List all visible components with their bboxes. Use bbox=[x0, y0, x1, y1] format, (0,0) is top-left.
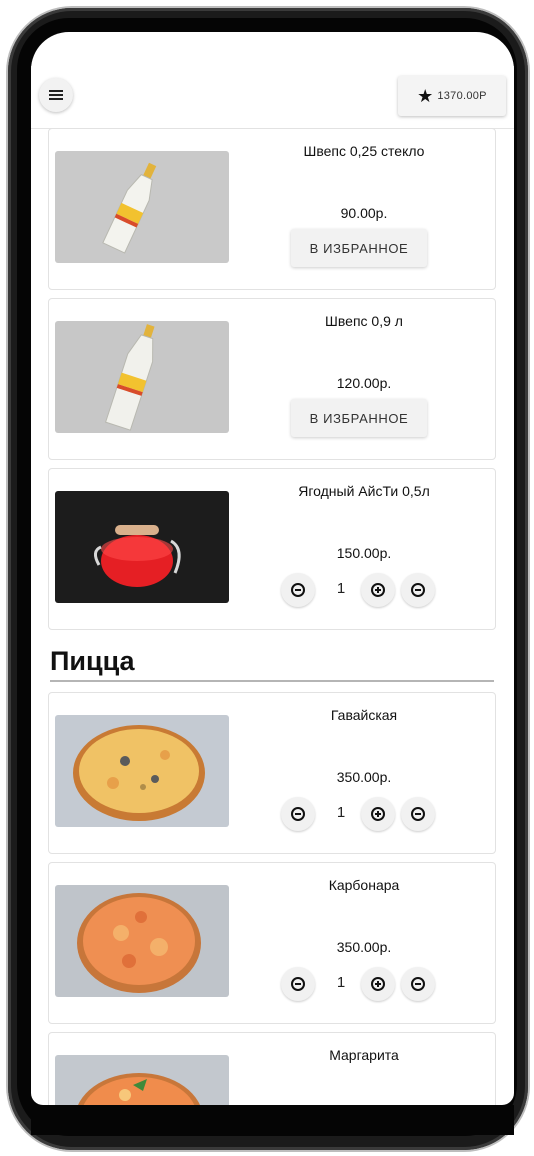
star-icon: ★ bbox=[417, 86, 434, 106]
product-price: 90.00р. bbox=[340, 205, 388, 221]
remove-circle-icon bbox=[411, 807, 425, 821]
product-name: Гавайская bbox=[330, 707, 398, 723]
product-image bbox=[55, 321, 229, 433]
quantity-stepper: 1 bbox=[281, 573, 441, 609]
menu-button[interactable] bbox=[39, 78, 73, 112]
product-price: 350.00р. bbox=[336, 769, 392, 785]
remove-circle-icon bbox=[411, 977, 425, 991]
hamburger-menu-icon bbox=[49, 90, 63, 100]
app-screen: ★ 1370.00Р Швепс 0,25 стекло 90.00р. В И… bbox=[31, 32, 514, 1105]
product-price: 150.00р. bbox=[336, 545, 392, 561]
product-card: Швепс 0,9 л 120.00р. В ИЗБРАННОЕ bbox=[48, 298, 496, 460]
remove-button[interactable] bbox=[401, 573, 435, 607]
increment-button[interactable] bbox=[361, 967, 395, 1001]
plus-circle-icon bbox=[371, 977, 385, 991]
decrement-button[interactable] bbox=[281, 573, 315, 607]
product-price: 120.00р. bbox=[336, 375, 392, 391]
quantity-stepper: 1 bbox=[281, 967, 441, 1003]
minus-circle-icon bbox=[291, 583, 305, 597]
add-to-favorites-button[interactable]: В ИЗБРАННОЕ bbox=[291, 229, 427, 267]
decrement-button[interactable] bbox=[281, 797, 315, 831]
product-image bbox=[55, 715, 229, 827]
product-card: Карбонара 350.00р. 1 bbox=[48, 862, 496, 1024]
plus-circle-icon bbox=[371, 807, 385, 821]
product-image bbox=[55, 1055, 229, 1105]
remove-button[interactable] bbox=[401, 797, 435, 831]
product-name: Швепс 0,25 стекло bbox=[303, 143, 425, 159]
phone-bottom-bezel bbox=[31, 1105, 514, 1135]
product-image bbox=[55, 151, 229, 263]
quantity-value: 1 bbox=[336, 804, 346, 821]
product-card: Маргарита bbox=[48, 1032, 496, 1105]
quantity-value: 1 bbox=[336, 974, 346, 991]
plus-circle-icon bbox=[371, 583, 385, 597]
product-name: Маргарита bbox=[329, 1047, 399, 1063]
minus-circle-icon bbox=[291, 807, 305, 821]
quantity-stepper: 1 bbox=[281, 797, 441, 833]
quantity-value: 1 bbox=[336, 580, 346, 597]
remove-circle-icon bbox=[411, 583, 425, 597]
favorites-total-button[interactable]: ★ 1370.00Р bbox=[398, 76, 506, 116]
increment-button[interactable] bbox=[361, 573, 395, 607]
increment-button[interactable] bbox=[361, 797, 395, 831]
section-divider bbox=[50, 680, 494, 682]
product-price: 350.00р. bbox=[336, 939, 392, 955]
remove-button[interactable] bbox=[401, 967, 435, 1001]
section-title-pizza: Пицца bbox=[50, 646, 135, 676]
decrement-button[interactable] bbox=[281, 967, 315, 1001]
add-to-favorites-button[interactable]: В ИЗБРАННОЕ bbox=[291, 399, 427, 437]
app-header: ★ 1370.00Р bbox=[31, 66, 514, 129]
product-name: Карбонара bbox=[328, 877, 400, 893]
product-card: Гавайская 350.00р. 1 bbox=[48, 692, 496, 854]
product-name: Швепс 0,9 л bbox=[325, 313, 403, 329]
product-image bbox=[55, 885, 229, 997]
product-name: Ягодный АйсТи 0,5л bbox=[298, 483, 430, 499]
product-image bbox=[55, 491, 229, 603]
product-card: Швепс 0,25 стекло 90.00р. В ИЗБРАННОЕ bbox=[48, 128, 496, 290]
minus-circle-icon bbox=[291, 977, 305, 991]
favorites-total: 1370.00Р bbox=[437, 90, 487, 102]
product-card: Ягодный АйсТи 0,5л 150.00р. 1 bbox=[48, 468, 496, 630]
